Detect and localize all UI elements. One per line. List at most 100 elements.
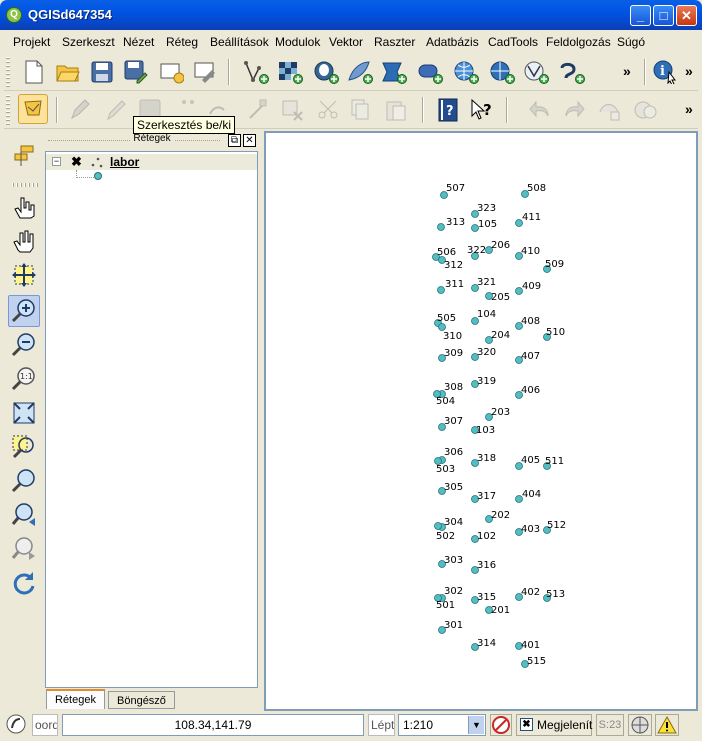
zoom-full-icon[interactable]	[8, 397, 40, 429]
add-delimited-text-layer-icon[interactable]	[556, 56, 588, 88]
menu-cadtools[interactable]: CadTools	[488, 35, 538, 49]
window-title: QGISd647354	[28, 7, 112, 22]
cut-features-icon[interactable]	[312, 94, 344, 126]
toolbar-overflow-chevron[interactable]: »	[623, 63, 631, 79]
panel-float-button[interactable]: ⧉	[228, 134, 241, 147]
open-project-icon[interactable]	[52, 56, 84, 88]
layer-visibility-checkbox[interactable]: ✖	[70, 155, 83, 168]
delete-selected-icon[interactable]	[276, 94, 308, 126]
toolbar-grip[interactable]	[6, 57, 10, 87]
menu-beallitasok[interactable]: Beállítások	[210, 35, 269, 49]
map-point-label: 410	[521, 246, 540, 257]
menu-adatbazis[interactable]: Adatbázis	[426, 35, 479, 49]
undo-icon[interactable]	[524, 94, 556, 126]
zoom-actual-size-icon[interactable]: 1:1	[8, 363, 40, 395]
collapse-icon[interactable]: −	[52, 157, 61, 166]
zoom-to-selection-icon[interactable]	[8, 431, 40, 463]
menu-nezet[interactable]: Nézet	[123, 35, 154, 49]
map-point-502[interactable]	[434, 522, 442, 530]
map-points-layer[interactable]: 507 508 323 313 105 411 506 322 206 410 312 509 321 3…	[266, 133, 696, 709]
add-spatialite-layer-icon[interactable]	[344, 56, 376, 88]
add-wfs-layer-icon[interactable]	[520, 56, 552, 88]
map-point-label: 306	[444, 447, 463, 458]
add-mssql-layer-icon[interactable]	[378, 56, 410, 88]
add-ring-icon[interactable]	[630, 94, 662, 126]
zoom-out-icon[interactable]	[8, 329, 40, 361]
redo-icon[interactable]	[558, 94, 590, 126]
map-point-label: 515	[527, 656, 546, 667]
map-point-311[interactable]	[437, 286, 445, 294]
coordinate-field[interactable]: 108.34,141.79	[62, 714, 364, 736]
menu-szerkeszt[interactable]: Szerkeszt	[62, 35, 115, 49]
zoom-next-icon[interactable]	[8, 533, 40, 565]
stop-rendering-icon[interactable]	[490, 714, 512, 736]
tab-layers[interactable]: Rétegek	[46, 689, 105, 709]
minimize-button[interactable]: _	[630, 5, 651, 26]
zoom-last-icon[interactable]	[8, 499, 40, 531]
layer-row[interactable]: − ✖ labor	[46, 154, 257, 170]
whats-this-icon[interactable]: ?	[466, 94, 498, 126]
touch-zoom-pan-icon[interactable]	[8, 191, 40, 223]
map-point-label: 301	[444, 620, 463, 631]
projection-icon[interactable]	[628, 714, 652, 736]
map-point-label: 307	[444, 416, 463, 427]
add-raster-layer-icon[interactable]	[274, 56, 306, 88]
add-vector-layer-icon[interactable]	[240, 56, 272, 88]
tab-browser[interactable]: Böngésző	[108, 691, 175, 709]
toolbar-overflow-chevron-2[interactable]: »	[685, 63, 693, 79]
render-checkbox[interactable]: ✖ Megjelenít	[516, 714, 592, 736]
chevron-down-icon[interactable]: ▼	[468, 716, 484, 734]
simplify-feature-icon[interactable]	[594, 94, 626, 126]
save-project-icon[interactable]	[86, 56, 118, 88]
composer-manager-icon[interactable]	[190, 56, 222, 88]
panel-close-button[interactable]: ✕	[243, 134, 256, 147]
menu-raszter[interactable]: Raszter	[374, 35, 415, 49]
zoom-to-layer-icon[interactable]	[8, 465, 40, 497]
gps-tool-icon[interactable]	[8, 141, 40, 173]
map-point-label: 404	[522, 489, 541, 500]
scale-select[interactable]: 1:210 ▼	[398, 714, 486, 736]
map-point-label: 509	[545, 259, 564, 270]
map-point-313[interactable]	[437, 223, 445, 231]
save-as-icon[interactable]	[120, 56, 152, 88]
add-wms-layer-icon[interactable]	[450, 56, 482, 88]
copy-features-icon[interactable]	[344, 94, 376, 126]
menu-modulok[interactable]: Modulok	[275, 35, 320, 49]
map-point-label: 501	[436, 600, 455, 611]
toolbar-grip[interactable]	[12, 183, 40, 187]
pan-map-icon[interactable]	[8, 225, 40, 257]
render-check-icon[interactable]: ✖	[520, 718, 533, 731]
node-tool-icon[interactable]	[242, 94, 274, 126]
new-project-icon[interactable]	[18, 56, 50, 88]
refresh-icon[interactable]	[8, 567, 40, 599]
pan-to-selection-icon[interactable]	[8, 259, 40, 291]
new-print-composer-icon[interactable]	[156, 56, 188, 88]
pencil-icon[interactable]	[100, 94, 132, 126]
zoom-in-icon[interactable]	[8, 295, 40, 327]
add-oracle-layer-icon[interactable]	[414, 56, 446, 88]
menu-sugo[interactable]: Súgó	[617, 35, 645, 49]
save-edits-icon[interactable]	[64, 94, 96, 126]
crs-status[interactable]: S:23	[596, 714, 624, 736]
add-postgis-layer-icon[interactable]	[310, 56, 342, 88]
messages-icon[interactable]	[6, 714, 28, 736]
menu-vektor[interactable]: Vektor	[329, 35, 363, 49]
map-point-310[interactable]	[438, 323, 446, 331]
menu-projekt[interactable]: Projekt	[13, 35, 50, 49]
identify-features-icon[interactable]: i	[650, 56, 682, 88]
paste-features-icon[interactable]	[380, 94, 412, 126]
help-contents-icon[interactable]: ?	[432, 94, 464, 126]
layer-tree[interactable]: − ✖ labor	[45, 151, 258, 688]
toolbar-grip[interactable]	[6, 95, 10, 125]
toolbar-overflow-chevron-3[interactable]: »	[685, 101, 693, 117]
toggle-editing-icon[interactable]	[18, 94, 48, 124]
menu-feldolgozas[interactable]: Feldolgozás	[546, 35, 611, 49]
file-toolbar: » i »	[4, 53, 698, 91]
maximize-button[interactable]: □	[653, 5, 674, 26]
warning-icon[interactable]	[655, 714, 679, 736]
map-canvas[interactable]: 507 508 323 313 105 411 506 322 206 410 312 509 321 3…	[264, 131, 698, 711]
close-button[interactable]: ✕	[676, 5, 697, 26]
add-wcs-layer-icon[interactable]	[486, 56, 518, 88]
menu-reteg[interactable]: Réteg	[166, 35, 198, 49]
layer-name[interactable]: labor	[110, 155, 139, 169]
